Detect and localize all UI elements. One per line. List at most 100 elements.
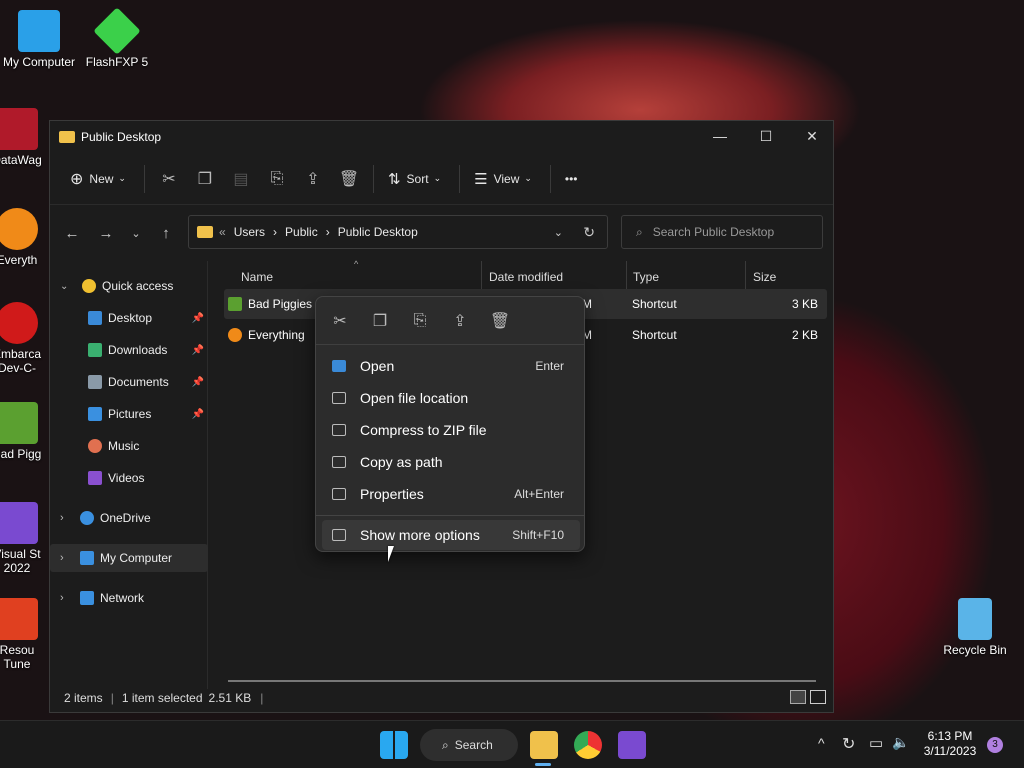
sidebar-item-music[interactable]: Music bbox=[50, 432, 208, 460]
desktop-icon-bad-piggies[interactable]: Bad Pigg bbox=[0, 402, 47, 461]
sidebar-item-my-computer[interactable]: › My Computer bbox=[50, 544, 208, 572]
menu-item-label: Open file location bbox=[360, 390, 469, 406]
view-button[interactable]: ☰ View ⌄ bbox=[466, 163, 540, 195]
close-button[interactable]: ✕ bbox=[789, 121, 835, 151]
share-button[interactable]: ⇪ bbox=[442, 305, 478, 337]
menu-item-compress-zip[interactable]: Compress to ZIP file bbox=[322, 415, 580, 445]
taskbar-search-label: Search bbox=[454, 738, 493, 752]
address-overflow[interactable]: « bbox=[219, 225, 226, 239]
desktop-icon-label: My Computer bbox=[2, 55, 76, 69]
desktop-icon-resource-tuner[interactable]: Resou Tune bbox=[0, 598, 47, 671]
back-button[interactable]: ← bbox=[58, 219, 86, 247]
clock[interactable]: 6:13 PM 3/11/2023 bbox=[920, 729, 980, 759]
breadcrumb-separator-icon: › bbox=[325, 225, 330, 239]
copy-button[interactable]: ❐ bbox=[362, 305, 398, 337]
visual-studio-icon[interactable] bbox=[618, 731, 646, 759]
sidebar-item-documents[interactable]: Documents 📌 bbox=[50, 368, 208, 396]
sidebar-item-downloads[interactable]: Downloads 📌 bbox=[50, 336, 208, 364]
cut-button[interactable]: ✂ bbox=[151, 163, 187, 195]
tray-sync-icon[interactable]: ↻ bbox=[842, 734, 855, 754]
plus-circle-icon: ⊕ bbox=[70, 170, 84, 188]
desktop-icon-visual-studio[interactable]: Visual St 2022 bbox=[0, 502, 47, 575]
chevron-down-icon: ⌄ bbox=[433, 173, 442, 183]
paste-button[interactable]: ▤ bbox=[223, 163, 259, 195]
menu-item-label: Show more options bbox=[360, 527, 480, 543]
context-menu: ✂ ❐ ⎘ ⇪ 🗑 Open Enter Open file location … bbox=[315, 296, 585, 552]
tray-network-icon[interactable]: ▭ bbox=[869, 734, 883, 752]
delete-button[interactable]: 🗑 bbox=[331, 163, 367, 195]
menu-item-label: Properties bbox=[360, 486, 424, 502]
tray-volume-icon[interactable]: 🔈 bbox=[892, 734, 909, 751]
tiles-view-button[interactable] bbox=[810, 690, 826, 704]
share-button[interactable]: ⇪ bbox=[295, 163, 331, 195]
desktop-icon-datawag[interactable]: DataWag bbox=[0, 108, 47, 167]
paste-icon: ▤ bbox=[233, 170, 249, 188]
sidebar-item-quick-access[interactable]: ⌄ Quick access bbox=[50, 272, 208, 300]
clock-time: 6:13 PM bbox=[927, 729, 973, 743]
rename-button[interactable]: ⎘ bbox=[259, 163, 295, 195]
refresh-icon[interactable]: ↻ bbox=[583, 224, 595, 241]
details-view-button[interactable] bbox=[790, 690, 806, 704]
search-placeholder: Search Public Desktop bbox=[652, 225, 775, 239]
status-selection: 1 item selected bbox=[121, 691, 203, 705]
file-type: Shortcut bbox=[632, 297, 677, 311]
scissors-icon: ✂ bbox=[162, 170, 176, 188]
status-size: 2.51 KB bbox=[208, 691, 252, 705]
menu-item-copy-as-path[interactable]: Copy as path bbox=[322, 447, 580, 477]
datawag-icon bbox=[0, 108, 38, 150]
address-bar[interactable]: « Users › Public › Public Desktop ⌄ ↻ bbox=[188, 215, 608, 249]
up-button[interactable]: ↑ bbox=[152, 219, 180, 247]
more-options-button[interactable]: ••• bbox=[557, 163, 586, 195]
column-divider[interactable] bbox=[626, 261, 627, 289]
search-icon: ⌕ bbox=[442, 737, 449, 752]
copy-button[interactable]: ❐ bbox=[187, 163, 223, 195]
delete-button[interactable]: 🗑 bbox=[482, 305, 518, 337]
arrow-up-icon: ↑ bbox=[162, 224, 170, 242]
search-box[interactable]: ⌕ Search Public Desktop bbox=[621, 215, 823, 249]
notification-badge[interactable]: 3 bbox=[987, 737, 1003, 753]
desktop-icon-everything[interactable]: Everyth bbox=[0, 208, 47, 267]
column-divider[interactable] bbox=[481, 261, 482, 289]
desktop-icon-flashfxp[interactable]: FlashFXP 5 bbox=[75, 7, 159, 69]
everything-icon bbox=[0, 208, 38, 250]
more-icon: ••• bbox=[564, 171, 578, 186]
sidebar-item-desktop[interactable]: Desktop 📌 bbox=[50, 304, 208, 332]
desktop-icon-devcpp[interactable]: Embarca Dev-C- bbox=[0, 302, 47, 375]
file-name: Everything bbox=[248, 328, 305, 342]
file-explorer-taskbar-icon[interactable] bbox=[530, 731, 558, 759]
sidebar-item-label: Pictures bbox=[108, 407, 152, 421]
rename-button[interactable]: ⎘ bbox=[402, 305, 438, 337]
menu-item-properties[interactable]: Properties Alt+Enter bbox=[322, 479, 580, 509]
desktop-icon-my-computer[interactable]: My Computer bbox=[0, 10, 81, 69]
folder-open-icon bbox=[332, 392, 346, 404]
cut-button[interactable]: ✂ bbox=[322, 305, 358, 337]
column-divider[interactable] bbox=[745, 261, 746, 289]
start-button[interactable] bbox=[380, 731, 408, 759]
address-dropdown-icon[interactable]: ⌄ bbox=[554, 226, 563, 239]
sidebar-item-pictures[interactable]: Pictures 📌 bbox=[50, 400, 208, 428]
maximize-button[interactable]: ☐ bbox=[743, 121, 789, 151]
visual-studio-icon bbox=[0, 502, 38, 544]
sidebar-item-label: Music bbox=[108, 439, 140, 453]
horizontal-scrollbar[interactable] bbox=[228, 680, 816, 682]
chrome-icon[interactable] bbox=[574, 731, 602, 759]
breadcrumb-public[interactable]: Public bbox=[285, 225, 318, 239]
forward-button[interactable]: → bbox=[92, 219, 120, 247]
breadcrumb-users[interactable]: Users bbox=[234, 225, 265, 239]
sidebar-item-videos[interactable]: Videos bbox=[50, 464, 208, 492]
breadcrumb-public-desktop[interactable]: Public Desktop bbox=[338, 225, 418, 239]
tray-chevron-up-icon[interactable]: ^ bbox=[818, 735, 825, 751]
menu-item-open[interactable]: Open Enter bbox=[322, 351, 580, 381]
minimize-button[interactable]: — bbox=[697, 121, 743, 151]
new-button[interactable]: ⊕ New ⌄ bbox=[62, 163, 134, 195]
file-type: Shortcut bbox=[632, 328, 677, 342]
taskbar-search[interactable]: ⌕ Search bbox=[420, 729, 518, 761]
rename-icon: ⎘ bbox=[270, 169, 284, 187]
sort-button[interactable]: ⇅ Sort ⌄ bbox=[380, 163, 449, 195]
recent-button[interactable]: ⌄ bbox=[122, 219, 150, 247]
menu-item-open-file-location[interactable]: Open file location bbox=[322, 383, 580, 413]
menu-item-show-more-options[interactable]: Show more options Shift+F10 bbox=[322, 520, 580, 550]
sidebar-item-onedrive[interactable]: › OneDrive bbox=[50, 504, 208, 532]
sidebar-item-network[interactable]: › Network bbox=[50, 584, 208, 612]
desktop-icon-recycle-bin[interactable]: Recycle Bin bbox=[933, 598, 1017, 657]
